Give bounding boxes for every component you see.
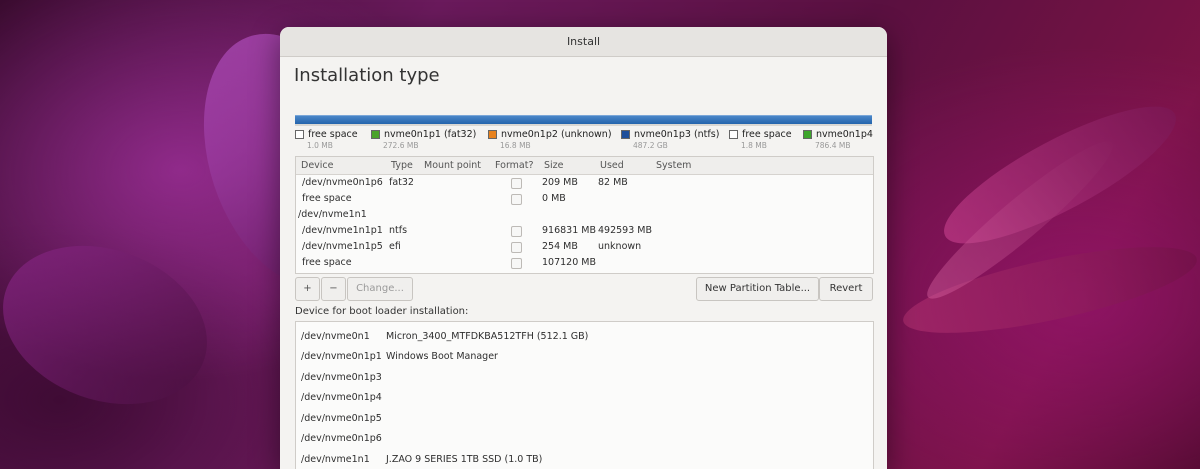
legend-name: nvme0n1p2 (unknown) [501,129,612,140]
legend-swatch [621,130,630,139]
table-row[interactable]: /dev/nvme0n1p6 fat32 209 MB 82 MB [296,175,873,191]
bootloader-device: /dev/nvme0n1p6 [301,433,382,444]
change-partition-button[interactable]: Change... [347,277,413,301]
table-row[interactable]: /dev/nvme1n1 [296,207,873,223]
bootloader-desc: J.ZAO 9 SERIES 1TB SSD (1.0 TB) [386,454,543,465]
format-checkbox[interactable] [511,242,522,253]
legend-item: nvme0n1p2 (unknown) 16.8 MB [488,129,612,150]
format-checkbox[interactable] [511,258,522,269]
row-size: 254 MB [542,241,578,252]
legend-name: free space [308,129,358,140]
legend-size: 1.0 MB [307,141,333,150]
bootloader-desc: Micron_3400_MTFDKBA512TFH (512.1 GB) [386,331,589,342]
row-device: /dev/nvme1n1p5 [302,241,383,252]
bootloader-desc: Windows Boot Manager [386,351,498,362]
legend-item: free space 1.0 MB [295,129,358,150]
revert-button[interactable]: Revert [819,277,873,301]
list-item[interactable]: /dev/nvme0n1p5 [301,413,386,424]
new-partition-table-button[interactable]: New Partition Table... [696,277,819,301]
bootloader-label: Device for boot loader installation: [295,306,469,317]
legend-name: free space [742,129,792,140]
row-device: /dev/nvme1n1 [298,209,367,220]
partition-bar-shadow [295,124,872,126]
bootloader-device: /dev/nvme1n1 [301,454,370,465]
row-used: 492593 MB [598,225,652,236]
legend-item: nvme0n1p3 (ntfs) 487.2 GB [621,129,719,150]
list-item[interactable]: /dev/nvme0n1p1 Windows Boot Manager [301,351,498,362]
row-used: unknown [598,241,642,252]
column-header-size[interactable]: Size [544,160,564,171]
legend-item: free space 1.8 MB [729,129,792,150]
row-size: 0 MB [542,193,566,204]
table-row[interactable]: /dev/nvme1n1p1 ntfs 916831 MB 492593 MB [296,223,873,239]
row-size: 209 MB [542,177,578,188]
table-row[interactable]: /dev/nvme1n1p5 efi 254 MB unknown [296,239,873,255]
legend-item: nvme0n1p4 786.4 MB [803,129,873,150]
row-device: free space [302,257,352,268]
column-header-mount-point[interactable]: Mount point [424,160,481,171]
column-header-type[interactable]: Type [391,160,413,171]
row-type: efi [389,241,401,252]
column-header-system[interactable]: System [656,160,691,171]
legend-swatch [729,130,738,139]
legend-name: nvme0n1p3 (ntfs) [634,129,720,140]
list-item[interactable]: /dev/nvme0n1p4 [301,392,386,403]
column-header-device[interactable]: Device [301,160,334,171]
add-partition-button[interactable]: + [295,277,320,301]
wallpaper-shape [0,218,230,432]
row-type: ntfs [389,225,408,236]
table-header: Device Type Mount point Format? Size Use… [296,157,873,175]
row-size: 107120 MB [542,257,596,268]
row-used: 82 MB [598,177,628,188]
bootloader-device: /dev/nvme0n1 [301,331,370,342]
legend-size: 272.6 MB [383,141,419,150]
column-header-used[interactable]: Used [600,160,624,171]
list-item[interactable]: /dev/nvme0n1 Micron_3400_MTFDKBA512TFH (5… [301,331,588,342]
window-title: Install [280,27,887,57]
bootloader-device: /dev/nvme0n1p5 [301,413,382,424]
row-type: fat32 [389,177,414,188]
legend-name: nvme0n1p1 (fat32) [384,129,477,140]
bootloader-device: /dev/nvme0n1p4 [301,392,382,403]
table-row[interactable]: free space 107120 MB [296,255,873,271]
list-item[interactable]: /dev/nvme0n1p6 [301,433,386,444]
legend-size: 487.2 GB [633,141,668,150]
row-device: /dev/nvme0n1p6 [302,177,383,188]
bootloader-device-list[interactable]: /dev/nvme0n1 Micron_3400_MTFDKBA512TFH (5… [295,321,874,469]
legend-size: 16.8 MB [500,141,531,150]
row-device: /dev/nvme1n1p1 [302,225,383,236]
legend-swatch [295,130,304,139]
row-size: 916831 MB [542,225,596,236]
table-row[interactable]: free space 0 MB [296,191,873,207]
legend-name: nvme0n1p4 [816,129,873,140]
row-device: free space [302,193,352,204]
legend-swatch [371,130,380,139]
legend-swatch [488,130,497,139]
remove-partition-button[interactable]: − [321,277,346,301]
legend-swatch [803,130,812,139]
bootloader-device: /dev/nvme0n1p3 [301,372,382,383]
legend-size: 1.8 MB [741,141,767,150]
legend-item: nvme0n1p1 (fat32) 272.6 MB [371,129,476,150]
legend-size: 786.4 MB [815,141,851,150]
partition-table: Device Type Mount point Format? Size Use… [295,156,874,274]
format-checkbox[interactable] [511,178,522,189]
list-item[interactable]: /dev/nvme1n1 J.ZAO 9 SERIES 1TB SSD (1.0 … [301,454,542,465]
partition-legend: free space 1.0 MB nvme0n1p1 (fat32) 272.… [295,129,887,155]
column-header-format[interactable]: Format? [495,160,534,171]
installer-window: Install Installation type free space 1.0… [280,27,887,469]
bootloader-device: /dev/nvme0n1p1 [301,351,382,362]
format-checkbox[interactable] [511,194,522,205]
page-title: Installation type [294,65,440,86]
format-checkbox[interactable] [511,226,522,237]
list-item[interactable]: /dev/nvme0n1p3 [301,372,386,383]
